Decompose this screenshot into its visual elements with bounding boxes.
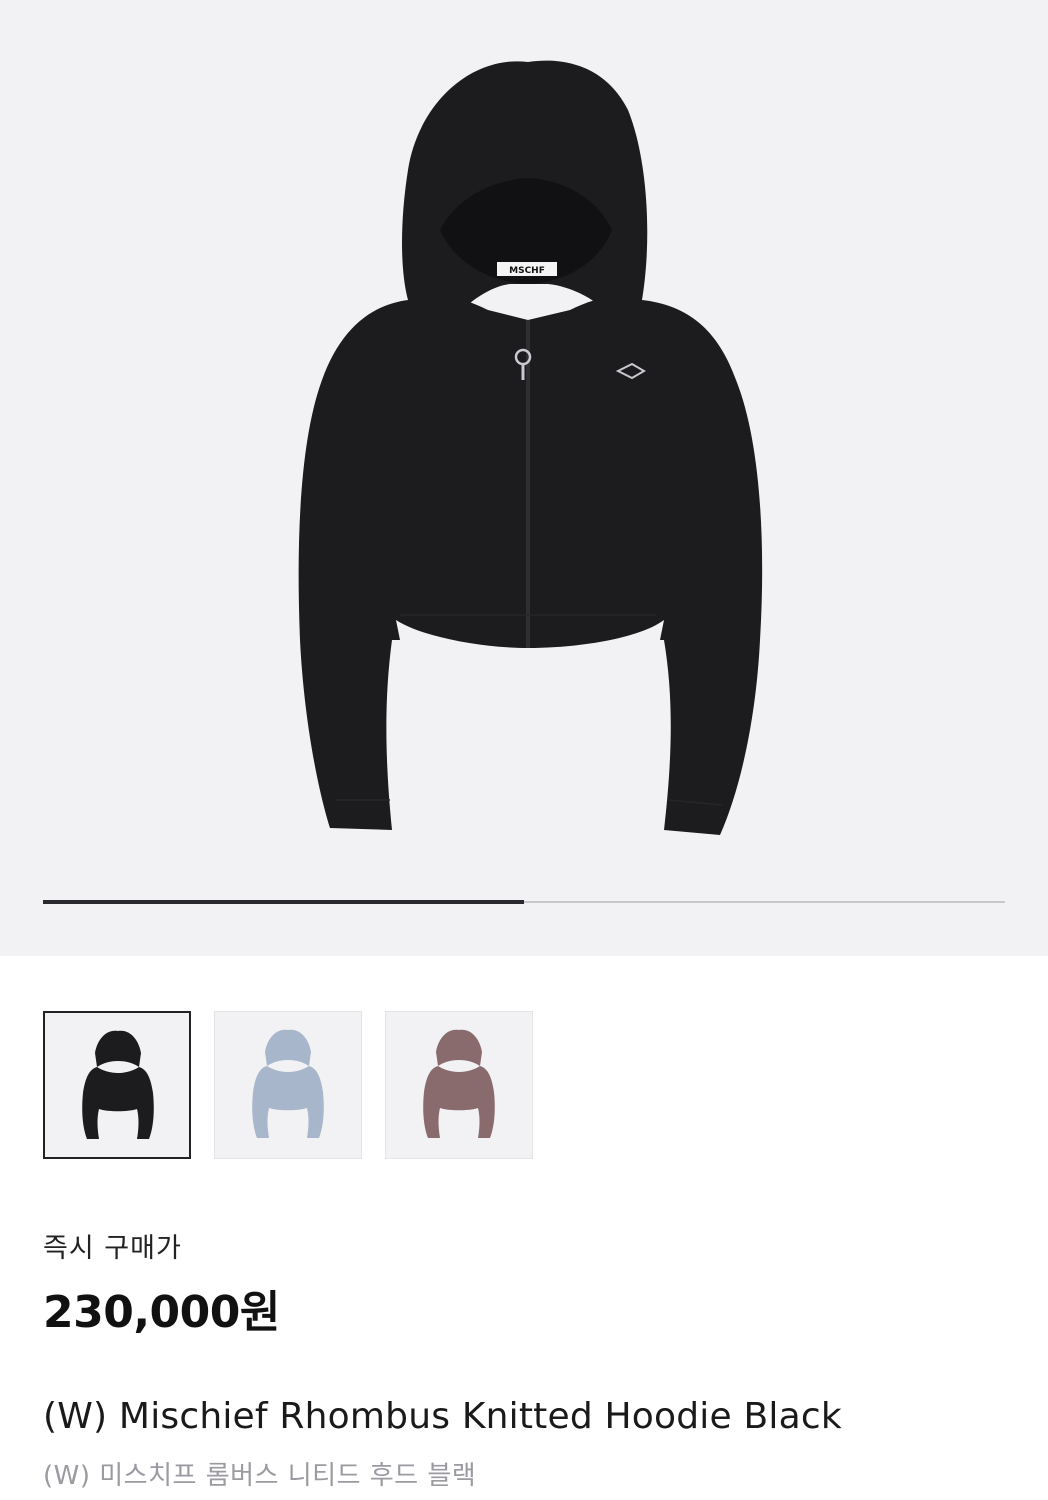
instant-buy-price-label: 즉시 구매가 [43, 1233, 182, 1264]
price: 230,000원 [43, 1287, 280, 1338]
hoodie-thumbnail-icon [82, 1030, 154, 1139]
gallery-progress-bar[interactable] [43, 900, 1005, 904]
product-image-area[interactable]: MSCHF [0, 0, 1048, 956]
brand-tag: MSCHF [509, 266, 545, 276]
thumbnail-mauve[interactable] [385, 1011, 533, 1159]
gallery-progress-fill [43, 900, 524, 904]
product-title: (W) Mischief Rhombus Knitted Hoodie Blac… [43, 1396, 842, 1437]
hoodie-image: MSCHF [298, 60, 763, 835]
thumbnail-black[interactable] [43, 1011, 191, 1159]
product-subtitle-korean: (W) 미스치프 롬버스 니티드 후드 블랙 [43, 1461, 477, 1491]
thumbnail-blue[interactable] [214, 1011, 362, 1159]
hoodie-thumbnail-icon [423, 1029, 495, 1138]
hoodie-thumbnail-icon [252, 1029, 324, 1138]
